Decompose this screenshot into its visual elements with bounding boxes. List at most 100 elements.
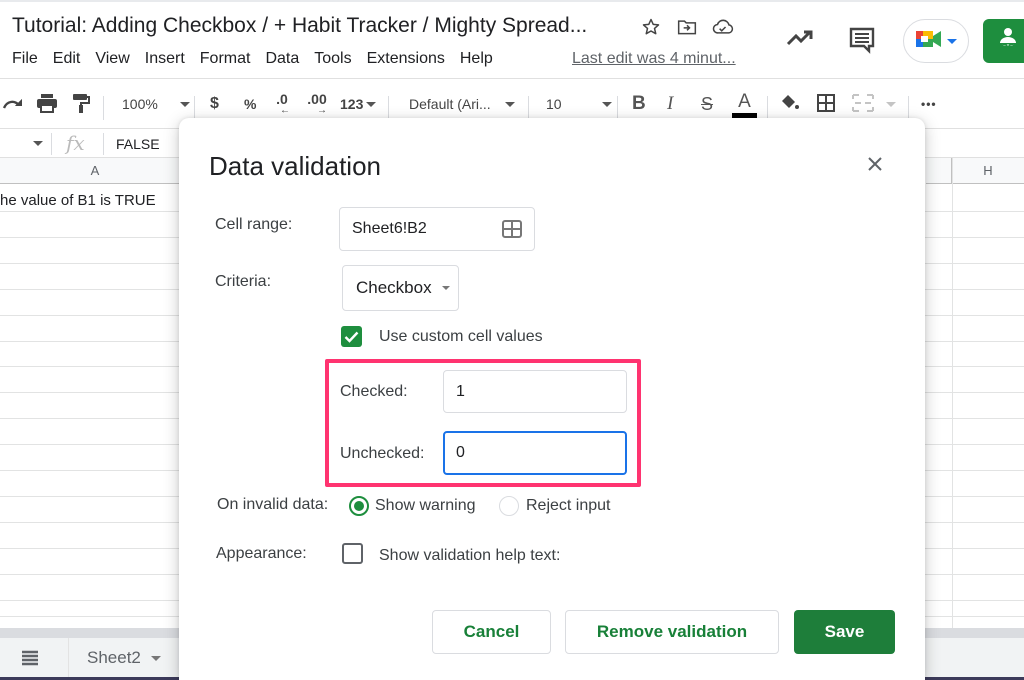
borders-button[interactable] xyxy=(817,86,835,122)
criteria-select[interactable]: Checkbox xyxy=(342,265,459,311)
share-button[interactable] xyxy=(983,19,1024,63)
column-divider xyxy=(952,158,953,628)
cloud-saved-icon[interactable] xyxy=(712,16,734,38)
toolbar-divider xyxy=(908,96,909,120)
menu-bar: File Edit View Insert Format Data Tools … xyxy=(12,50,508,68)
meet-button[interactable] xyxy=(903,19,969,63)
custom-values-checkbox[interactable] xyxy=(341,326,362,347)
print-button[interactable] xyxy=(36,86,58,122)
redo-icon xyxy=(2,96,24,113)
text-color-label: A xyxy=(738,90,751,112)
cell-a1[interactable]: he value of B1 is TRUE xyxy=(0,192,156,209)
menu-format[interactable]: Format xyxy=(200,50,251,68)
print-icon xyxy=(36,93,58,116)
increase-decimal-button[interactable]: .00 → xyxy=(307,86,327,122)
decrease-decimal-button[interactable]: .0 ← xyxy=(274,86,290,122)
help-text-checkbox[interactable] xyxy=(342,543,363,564)
checked-label: Checked: xyxy=(340,383,408,400)
checked-value-field[interactable] xyxy=(456,382,626,401)
menu-data[interactable]: Data xyxy=(265,50,299,68)
more-formats-button[interactable]: 123 xyxy=(340,86,377,122)
menu-extensions[interactable]: Extensions xyxy=(367,50,445,68)
show-warning-label[interactable]: Show warning xyxy=(375,497,476,515)
decrease-decimal-label: .0 xyxy=(276,91,288,107)
dialog-title: Data validation xyxy=(209,151,381,181)
text-color-button[interactable]: A xyxy=(732,86,757,122)
invalid-data-label: On invalid data: xyxy=(217,496,329,513)
document-title[interactable]: Tutorial: Adding Checkbox / + Habit Trac… xyxy=(12,14,587,38)
reject-input-label[interactable]: Reject input xyxy=(526,497,611,515)
zoom-value: 100% xyxy=(122,96,158,112)
toolbar-divider xyxy=(388,96,389,120)
star-icon[interactable] xyxy=(640,16,662,38)
header-divider xyxy=(0,78,1024,79)
font-family-select[interactable]: Default (Ari... xyxy=(409,86,515,122)
reject-input-radio[interactable] xyxy=(499,496,519,516)
show-warning-radio[interactable] xyxy=(349,496,369,516)
data-validation-dialog: Data validation Cell range: Sheet6!B2 Cr… xyxy=(179,118,925,680)
cell-range-label: Cell range: xyxy=(215,216,293,233)
all-sheets-icon[interactable] xyxy=(22,650,38,671)
chevron-down-icon xyxy=(179,101,190,107)
menu-file[interactable]: File xyxy=(12,50,38,68)
formula-divider xyxy=(103,133,104,155)
close-icon xyxy=(867,156,883,177)
last-edit-link[interactable]: Last edit was 4 minut... xyxy=(572,50,736,68)
font-family-value: Default (Ari... xyxy=(409,96,491,112)
cell-range-value: Sheet6!B2 xyxy=(352,220,427,237)
save-button[interactable]: Save xyxy=(794,610,895,654)
paint-bucket-icon xyxy=(780,94,800,115)
menu-help[interactable]: Help xyxy=(460,50,493,68)
italic-button[interactable]: I xyxy=(667,86,673,122)
formula-input[interactable]: FALSE xyxy=(116,136,160,152)
percent-format-button[interactable]: % xyxy=(244,86,256,122)
menu-insert[interactable]: Insert xyxy=(145,50,185,68)
chevron-down-icon xyxy=(504,101,515,107)
remove-validation-button[interactable]: Remove validation xyxy=(565,610,779,654)
fx-icon: fx xyxy=(66,131,85,155)
chevron-down-icon[interactable] xyxy=(150,655,161,661)
increase-decimal-label: .00 xyxy=(307,91,327,107)
toolbar-divider xyxy=(103,96,104,120)
chevron-down-icon xyxy=(947,38,957,44)
help-text-label: Show validation help text: xyxy=(379,547,561,564)
fill-color-button[interactable] xyxy=(780,86,800,122)
cancel-button[interactable]: Cancel xyxy=(432,610,551,654)
sheet-tab[interactable]: Sheet2 xyxy=(68,638,179,678)
strikethrough-button[interactable]: S xyxy=(701,86,713,122)
close-button[interactable] xyxy=(863,154,887,178)
select-range-grid-icon[interactable] xyxy=(502,220,522,238)
toolbar-divider xyxy=(194,96,195,120)
activity-trend-icon[interactable] xyxy=(786,28,814,53)
unchecked-label: Unchecked: xyxy=(340,445,425,462)
comment-history-icon[interactable] xyxy=(848,26,876,59)
menu-tools[interactable]: Tools xyxy=(314,50,351,68)
font-size-select[interactable]: 10 xyxy=(546,86,612,122)
criteria-value: Checkbox xyxy=(356,278,432,297)
cell-range-input[interactable]: Sheet6!B2 xyxy=(339,207,535,251)
menu-edit[interactable]: Edit xyxy=(53,50,81,68)
custom-values-label: Use custom cell values xyxy=(379,328,543,345)
name-box-dropdown-icon[interactable] xyxy=(33,141,43,146)
share-person-icon xyxy=(997,26,1019,57)
checked-value-input[interactable] xyxy=(443,370,627,413)
menu-view[interactable]: View xyxy=(95,50,129,68)
zoom-select[interactable]: 100% xyxy=(122,86,190,122)
borders-icon xyxy=(817,93,835,115)
bold-button[interactable]: B xyxy=(632,86,646,122)
paint-format-button[interactable] xyxy=(72,86,90,122)
paint-format-icon xyxy=(72,92,90,117)
column-header-g[interactable] xyxy=(926,158,952,184)
text-color-swatch xyxy=(732,112,757,118)
currency-format-button[interactable]: $ xyxy=(210,86,219,122)
more-options-button[interactable]: ••• xyxy=(921,86,937,122)
column-header-a[interactable]: A xyxy=(0,158,190,184)
move-folder-icon[interactable] xyxy=(676,16,698,38)
criteria-label: Criteria: xyxy=(215,273,272,290)
redo-button[interactable] xyxy=(2,86,24,122)
merge-cells-button[interactable] xyxy=(852,86,896,122)
merge-cells-icon xyxy=(852,93,874,115)
unchecked-value-input[interactable] xyxy=(443,431,627,475)
unchecked-value-field[interactable] xyxy=(456,444,625,462)
column-header-h[interactable]: H xyxy=(952,158,1024,184)
